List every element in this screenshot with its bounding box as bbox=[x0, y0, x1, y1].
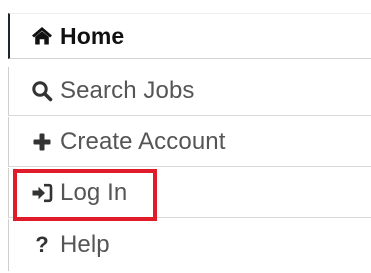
nav-item-label: Help bbox=[60, 231, 110, 258]
search-icon bbox=[31, 79, 53, 103]
nav-item-label: Search Jobs bbox=[60, 77, 195, 104]
question-icon: ? bbox=[35, 232, 49, 257]
sidebar-nav: Home Search Jobs Create Account Log In ?… bbox=[0, 0, 371, 273]
sign-in-icon bbox=[31, 181, 53, 205]
nav-item-help[interactable]: ? Help bbox=[8, 219, 371, 271]
nav-item-label: Home bbox=[60, 22, 125, 49]
nav-item-home[interactable]: Home bbox=[8, 13, 371, 59]
home-icon bbox=[31, 24, 53, 48]
nav-item-label: Create Account bbox=[60, 127, 226, 155]
plus-icon bbox=[31, 130, 53, 154]
nav-item-search-jobs[interactable]: Search Jobs bbox=[8, 67, 371, 116]
nav-item-log-in[interactable]: Log In bbox=[8, 168, 371, 218]
nav-item-create-account[interactable]: Create Account bbox=[8, 117, 371, 167]
nav-item-label: Log In bbox=[60, 178, 128, 206]
